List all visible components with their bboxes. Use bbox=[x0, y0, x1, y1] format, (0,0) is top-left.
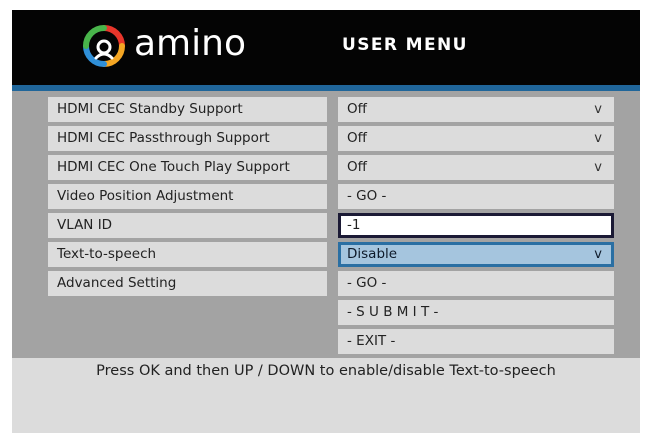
select-hdmi-cec-one-touch-play[interactable]: Off v bbox=[338, 155, 614, 180]
setting-label-vlan-id: VLAN ID bbox=[48, 213, 327, 238]
exit-button[interactable]: - EXIT - bbox=[338, 329, 614, 354]
setting-label-hdmi-cec-passthrough: HDMI CEC Passthrough Support bbox=[48, 126, 327, 151]
amino-logo-icon bbox=[83, 25, 125, 67]
select-value: Off bbox=[347, 101, 367, 117]
help-text: Press OK and then UP / DOWN to enable/di… bbox=[96, 363, 556, 379]
submit-button[interactable]: - S U B M I T - bbox=[338, 300, 614, 325]
go-button-video-position[interactable]: - GO - bbox=[338, 184, 614, 209]
dropdown-arrow-icon: v bbox=[594, 131, 602, 146]
header-bar: amino USER MENU bbox=[12, 10, 640, 85]
go-button-advanced-setting[interactable]: - GO - bbox=[338, 271, 614, 296]
dropdown-arrow-icon: v bbox=[594, 102, 602, 117]
menu-title: USER MENU bbox=[342, 35, 468, 55]
setting-label-hdmi-cec-one-touch-play: HDMI CEC One Touch Play Support bbox=[48, 155, 327, 180]
dropdown-arrow-icon: v bbox=[594, 247, 602, 262]
select-value: Disable bbox=[347, 246, 398, 262]
setting-label-video-position: Video Position Adjustment bbox=[48, 184, 327, 209]
select-value: Off bbox=[347, 130, 367, 146]
select-text-to-speech[interactable]: Disable v bbox=[338, 242, 614, 267]
header-accent-stripe bbox=[12, 85, 640, 91]
amino-wordmark: amino bbox=[134, 23, 246, 64]
select-value: Off bbox=[347, 159, 367, 175]
select-hdmi-cec-passthrough[interactable]: Off v bbox=[338, 126, 614, 151]
dropdown-arrow-icon: v bbox=[594, 160, 602, 175]
setting-label-advanced: Advanced Setting bbox=[48, 271, 327, 296]
user-menu-screen: amino USER MENU HDMI CEC Standby Support… bbox=[12, 10, 640, 433]
vlan-id-input[interactable]: -1 bbox=[338, 213, 614, 238]
setting-label-text-to-speech: Text-to-speech bbox=[48, 242, 327, 267]
setting-label-hdmi-cec-standby: HDMI CEC Standby Support bbox=[48, 97, 327, 122]
help-footer: Press OK and then UP / DOWN to enable/di… bbox=[12, 358, 640, 433]
select-hdmi-cec-standby[interactable]: Off v bbox=[338, 97, 614, 122]
amino-logo: amino bbox=[82, 22, 252, 74]
